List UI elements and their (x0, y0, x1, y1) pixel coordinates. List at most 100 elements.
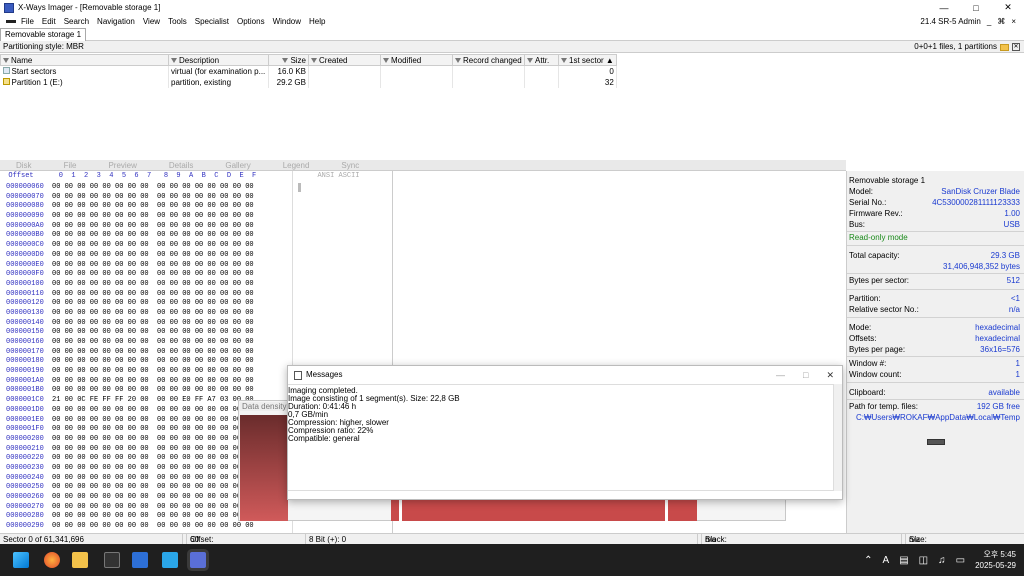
hex-row[interactable]: 000000080 00 00 00 00 00 00 00 00 00 00 0… (0, 202, 254, 212)
image-viewer-icon[interactable] (132, 552, 148, 568)
col-description[interactable]: Description (168, 54, 269, 66)
col-attr[interactable]: Attr. (524, 54, 559, 66)
filter-icon[interactable] (311, 57, 317, 63)
tab-preview[interactable]: Preview (92, 161, 152, 170)
table-row[interactable]: Start sectors virtual (for examination p… (0, 65, 617, 77)
hex-bytes[interactable]: 00 00 00 00 00 00 00 00 00 00 00 00 00 0… (52, 416, 254, 424)
table-row[interactable]: Partition 1 (E:) partition, existing 29.… (0, 76, 617, 88)
x-ways-imager-icon[interactable] (190, 552, 206, 568)
terminal-icon[interactable] (104, 552, 120, 568)
chevron-up-icon[interactable]: ⌃ (864, 555, 872, 566)
minimize-button[interactable]: — (776, 366, 785, 384)
hex-row[interactable]: 000000130 00 00 00 00 00 00 00 00 00 00 0… (0, 309, 254, 319)
start-icon[interactable] (13, 552, 29, 568)
system-menu-icon[interactable] (6, 20, 16, 23)
hex-row[interactable]: 000000220 00 00 00 00 00 00 00 00 00 00 0… (0, 454, 254, 464)
menu-search[interactable]: Search (64, 17, 89, 26)
minimize-button[interactable]: — (928, 0, 960, 15)
hex-bytes[interactable]: 00 00 00 00 00 00 00 00 00 00 00 00 00 0… (52, 202, 254, 210)
hex-bytes[interactable]: 00 00 00 00 00 00 00 00 00 00 00 00 00 0… (52, 280, 254, 288)
hex-row[interactable]: 000000070 00 00 00 00 00 00 00 00 00 00 0… (0, 193, 254, 203)
hex-row[interactable]: 000000250 00 00 00 00 00 00 00 00 00 00 0… (0, 483, 254, 493)
hex-row[interactable]: 0000000C0 00 00 00 00 00 00 00 00 00 00 0… (0, 241, 254, 251)
menu-help[interactable]: Help (309, 17, 325, 26)
hex-row[interactable]: 000000150 00 00 00 00 00 00 00 00 00 00 0… (0, 328, 254, 338)
hex-bytes[interactable]: 00 00 00 00 00 00 00 00 00 00 00 00 00 0… (52, 222, 254, 230)
ime-indicator[interactable]: A (883, 555, 890, 566)
menu-view[interactable]: View (143, 17, 160, 26)
hex-bytes[interactable]: 00 00 00 00 00 00 00 00 00 00 00 00 00 0… (52, 493, 254, 501)
menu-options[interactable]: Options (237, 17, 265, 26)
hex-bytes[interactable]: 00 00 00 00 00 00 00 00 00 00 00 00 00 0… (52, 270, 254, 278)
hex-bytes[interactable]: 00 00 00 00 00 00 00 00 00 00 00 00 00 0… (52, 367, 254, 375)
filter-icon[interactable] (282, 57, 289, 63)
hex-bytes[interactable]: 00 00 00 00 00 00 00 00 00 00 00 00 00 0… (52, 319, 254, 327)
hex-bytes[interactable]: 00 00 00 00 00 00 00 00 00 00 00 00 00 0… (52, 241, 254, 249)
tab-sync[interactable]: Sync (325, 161, 375, 170)
col-name[interactable]: Name (0, 54, 169, 66)
col-created[interactable]: Created (308, 54, 381, 66)
hex-bytes[interactable]: 00 00 00 00 00 00 00 00 00 00 00 00 00 0… (52, 309, 254, 317)
hex-bytes[interactable]: 00 00 00 00 00 00 00 00 00 00 00 00 00 0… (52, 348, 254, 356)
hex-row[interactable]: 000000260 00 00 00 00 00 00 00 00 00 00 0… (0, 493, 254, 503)
col-record-changed[interactable]: Record changed (452, 54, 525, 66)
messages-scrollbar[interactable] (833, 384, 842, 491)
filter-icon[interactable] (527, 57, 533, 63)
hex-row[interactable]: 0000000F0 00 00 00 00 00 00 00 00 00 00 0… (0, 270, 254, 280)
hex-row[interactable]: 0000000A0 00 00 00 00 00 00 00 00 00 00 0… (0, 222, 254, 232)
hex-row[interactable]: 0000001D0 00 00 00 00 00 00 00 00 00 00 0… (0, 406, 254, 416)
hex-bytes[interactable]: 00 00 00 00 00 00 00 00 00 00 00 00 00 0… (52, 231, 254, 239)
close-button[interactable]: ✕ (826, 366, 834, 384)
hex-row[interactable]: 000000290 00 00 00 00 00 00 00 00 00 00 0… (0, 522, 254, 532)
hex-row[interactable]: 000000200 00 00 00 00 00 00 00 00 00 00 0… (0, 435, 254, 445)
hex-row[interactable]: 000000060 00 00 00 00 00 00 00 00 00 00 0… (0, 183, 254, 193)
mdi-close-button[interactable]: × (1011, 17, 1016, 26)
close-button[interactable]: ✕ (992, 0, 1024, 15)
hex-bytes[interactable]: 00 00 00 00 00 00 00 00 00 00 00 00 00 0… (52, 386, 254, 394)
hex-row[interactable]: 000000100 00 00 00 00 00 00 00 00 00 00 0… (0, 280, 254, 290)
menu-specialist[interactable]: Specialist (195, 17, 229, 26)
firefox-icon[interactable] (44, 552, 60, 568)
hex-row[interactable]: 000000280 00 00 00 00 00 00 00 00 00 00 0… (0, 512, 254, 522)
file-explorer-icon[interactable] (72, 552, 88, 568)
hex-row[interactable]: 000000110 00 00 00 00 00 00 00 00 00 00 0… (0, 290, 254, 300)
hex-bytes[interactable]: 00 00 00 00 00 00 00 00 00 00 00 00 00 0… (52, 483, 254, 491)
hex-bytes[interactable]: 00 00 00 00 00 00 00 00 00 00 00 00 00 0… (52, 183, 254, 191)
hex-bytes[interactable]: 00 00 00 00 00 00 00 00 00 00 00 00 00 0… (52, 290, 254, 298)
display-icon[interactable]: ▤ (899, 555, 908, 566)
maximize-button[interactable]: □ (960, 0, 992, 15)
filter-icon[interactable] (171, 57, 177, 63)
hex-rows[interactable]: 000000060 00 00 00 00 00 00 00 00 00 00 0… (0, 183, 254, 532)
menu-tools[interactable]: Tools (168, 17, 187, 26)
hex-bytes[interactable]: 00 00 00 00 00 00 00 00 00 00 00 00 00 0… (52, 445, 254, 453)
tab-disk[interactable]: Disk (0, 161, 48, 170)
messages-titlebar[interactable]: Messages — □ ✕ (288, 366, 842, 384)
clock[interactable]: 오후 5:45 2025-05-29 (975, 549, 1016, 571)
volume-icon[interactable]: ♫ (938, 555, 946, 566)
hex-bytes[interactable]: 00 00 00 00 00 00 00 00 00 00 00 00 00 0… (52, 522, 254, 530)
hex-bytes[interactable]: 00 00 00 00 00 00 00 00 00 00 00 00 00 0… (52, 512, 254, 520)
tab-removable-storage[interactable]: Removable storage 1 (0, 28, 87, 41)
filter-icon[interactable] (561, 57, 567, 63)
hex-row[interactable]: 000000120 00 00 00 00 00 00 00 00 00 00 0… (0, 299, 254, 309)
notepad-icon[interactable] (162, 552, 178, 568)
battery-icon[interactable]: ▭ (956, 555, 965, 566)
hex-row[interactable]: 000000160 00 00 00 00 00 00 00 00 00 00 0… (0, 338, 254, 348)
hex-bytes[interactable]: 00 00 00 00 00 00 00 00 00 00 00 00 00 0… (52, 261, 254, 269)
hex-bytes[interactable]: 00 00 00 00 00 00 00 00 00 00 00 00 00 0… (52, 212, 254, 220)
hex-bytes[interactable]: 00 00 00 00 00 00 00 00 00 00 00 00 00 0… (52, 193, 254, 201)
hex-bytes[interactable]: 00 00 00 00 00 00 00 00 00 00 00 00 00 0… (52, 328, 254, 336)
hex-row[interactable]: 0000000B0 00 00 00 00 00 00 00 00 00 00 0… (0, 231, 254, 241)
hex-row[interactable]: 000000210 00 00 00 00 00 00 00 00 00 00 0… (0, 445, 254, 455)
col-first-sector[interactable]: 1st sector ▲ (558, 54, 617, 66)
hex-row[interactable]: 0000000D0 00 00 00 00 00 00 00 00 00 00 0… (0, 251, 254, 261)
hex-row[interactable]: 000000170 00 00 00 00 00 00 00 00 00 00 0… (0, 348, 254, 358)
messages-text[interactable]: Imaging completed. Image consisting of 1… (288, 384, 842, 491)
hex-bytes[interactable]: 00 00 00 00 00 00 00 00 00 00 00 00 00 0… (52, 464, 254, 472)
hex-bytes[interactable]: 00 00 00 00 00 00 00 00 00 00 00 00 00 0… (52, 425, 254, 433)
hex-row[interactable]: 0000000E0 00 00 00 00 00 00 00 00 00 00 0… (0, 261, 254, 271)
menu-edit[interactable]: Edit (42, 17, 56, 26)
mdi-restore-button[interactable]: ⌘ (997, 17, 1005, 26)
tab-details[interactable]: Details (153, 161, 209, 170)
hex-row[interactable]: 000000240 00 00 00 00 00 00 00 00 00 00 0… (0, 474, 254, 484)
